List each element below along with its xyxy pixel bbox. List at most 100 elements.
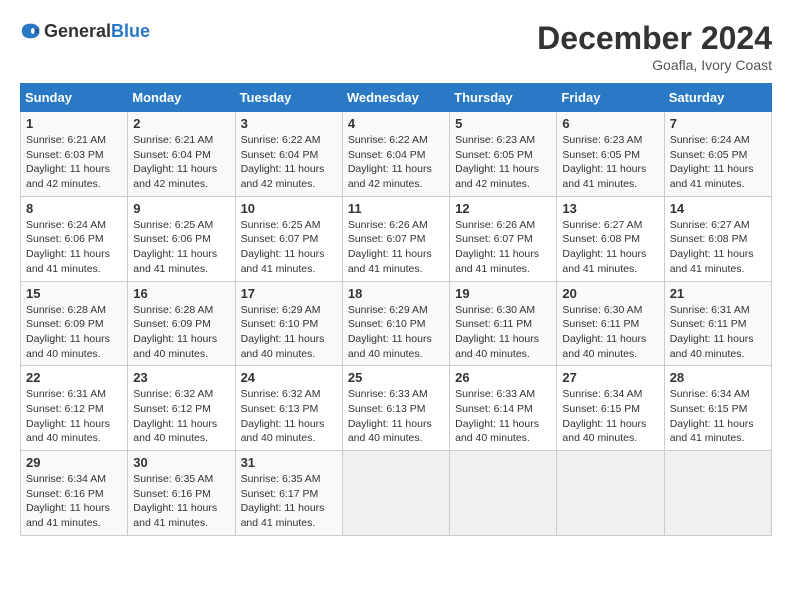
logo-general: General <box>44 21 111 41</box>
calendar-cell: 28 Sunrise: 6:34 AM Sunset: 6:15 PM Dayli… <box>664 366 771 451</box>
day-info: Sunrise: 6:24 AM Sunset: 6:05 PM Dayligh… <box>670 133 766 192</box>
day-info: Sunrise: 6:25 AM Sunset: 6:06 PM Dayligh… <box>133 218 229 277</box>
month-year-title: December 2024 <box>537 20 772 57</box>
calendar-cell: 9 Sunrise: 6:25 AM Sunset: 6:06 PM Daylig… <box>128 196 235 281</box>
day-number: 22 <box>26 370 122 385</box>
calendar-cell: 30Sunrise: 6:35 AM Sunset: 6:16 PM Dayli… <box>128 451 235 536</box>
day-info: Sunrise: 6:32 AM Sunset: 6:13 PM Dayligh… <box>241 387 337 446</box>
day-number: 20 <box>562 286 658 301</box>
day-info: Sunrise: 6:23 AM Sunset: 6:05 PM Dayligh… <box>455 133 551 192</box>
day-info: Sunrise: 6:29 AM Sunset: 6:10 PM Dayligh… <box>348 303 444 362</box>
day-number: 16 <box>133 286 229 301</box>
calendar-cell: 19 Sunrise: 6:30 AM Sunset: 6:11 PM Dayli… <box>450 281 557 366</box>
calendar-table: SundayMondayTuesdayWednesdayThursdayFrid… <box>20 83 772 536</box>
day-info: Sunrise: 6:31 AM Sunset: 6:12 PM Dayligh… <box>26 387 122 446</box>
day-number: 13 <box>562 201 658 216</box>
calendar-week-row: 29 Sunrise: 6:34 AM Sunset: 6:16 PM Dayli… <box>21 451 772 536</box>
weekday-header-thursday: Thursday <box>450 84 557 112</box>
day-number: 23 <box>133 370 229 385</box>
weekday-header-wednesday: Wednesday <box>342 84 449 112</box>
calendar-cell: 6Sunrise: 6:23 AM Sunset: 6:05 PM Daylig… <box>557 112 664 197</box>
calendar-cell: 11Sunrise: 6:26 AM Sunset: 6:07 PM Dayli… <box>342 196 449 281</box>
calendar-cell: 7Sunrise: 6:24 AM Sunset: 6:05 PM Daylig… <box>664 112 771 197</box>
day-info: Sunrise: 6:24 AM Sunset: 6:06 PM Dayligh… <box>26 218 122 277</box>
day-info: Sunrise: 6:22 AM Sunset: 6:04 PM Dayligh… <box>241 133 337 192</box>
day-info: Sunrise: 6:28 AM Sunset: 6:09 PM Dayligh… <box>133 303 229 362</box>
day-info: Sunrise: 6:33 AM Sunset: 6:13 PM Dayligh… <box>348 387 444 446</box>
day-number: 29 <box>26 455 122 470</box>
day-info: Sunrise: 6:22 AM Sunset: 6:04 PM Dayligh… <box>348 133 444 192</box>
calendar-cell: 26Sunrise: 6:33 AM Sunset: 6:14 PM Dayli… <box>450 366 557 451</box>
calendar-cell: 5 Sunrise: 6:23 AM Sunset: 6:05 PM Daylig… <box>450 112 557 197</box>
day-info: Sunrise: 6:25 AM Sunset: 6:07 PM Dayligh… <box>241 218 337 277</box>
day-number: 18 <box>348 286 444 301</box>
day-info: Sunrise: 6:34 AM Sunset: 6:15 PM Dayligh… <box>670 387 766 446</box>
calendar-cell: 12 Sunrise: 6:26 AM Sunset: 6:07 PM Dayli… <box>450 196 557 281</box>
day-info: Sunrise: 6:21 AM Sunset: 6:04 PM Dayligh… <box>133 133 229 192</box>
weekday-header-tuesday: Tuesday <box>235 84 342 112</box>
day-info: Sunrise: 6:27 AM Sunset: 6:08 PM Dayligh… <box>670 218 766 277</box>
day-number: 31 <box>241 455 337 470</box>
weekday-header-sunday: Sunday <box>21 84 128 112</box>
title-section: December 2024 Goafla, Ivory Coast <box>537 20 772 73</box>
day-info: Sunrise: 6:21 AM Sunset: 6:03 PM Dayligh… <box>26 133 122 192</box>
calendar-cell <box>342 451 449 536</box>
day-number: 28 <box>670 370 766 385</box>
day-number: 17 <box>241 286 337 301</box>
logo: GeneralBlue <box>20 20 150 42</box>
calendar-cell: 13 Sunrise: 6:27 AM Sunset: 6:08 PM Dayli… <box>557 196 664 281</box>
calendar-week-row: 22 Sunrise: 6:31 AM Sunset: 6:12 PM Dayli… <box>21 366 772 451</box>
calendar-cell: 23Sunrise: 6:32 AM Sunset: 6:12 PM Dayli… <box>128 366 235 451</box>
day-info: Sunrise: 6:31 AM Sunset: 6:11 PM Dayligh… <box>670 303 766 362</box>
logo-blue: Blue <box>111 21 150 41</box>
calendar-cell: 1Sunrise: 6:21 AM Sunset: 6:03 PM Daylig… <box>21 112 128 197</box>
day-number: 19 <box>455 286 551 301</box>
day-number: 5 <box>455 116 551 131</box>
calendar-cell: 22 Sunrise: 6:31 AM Sunset: 6:12 PM Dayli… <box>21 366 128 451</box>
calendar-cell: 21Sunrise: 6:31 AM Sunset: 6:11 PM Dayli… <box>664 281 771 366</box>
calendar-cell <box>450 451 557 536</box>
calendar-week-row: 8 Sunrise: 6:24 AM Sunset: 6:06 PM Daylig… <box>21 196 772 281</box>
calendar-cell <box>664 451 771 536</box>
calendar-cell: 27 Sunrise: 6:34 AM Sunset: 6:15 PM Dayli… <box>557 366 664 451</box>
day-number: 6 <box>562 116 658 131</box>
calendar-cell: 18 Sunrise: 6:29 AM Sunset: 6:10 PM Dayli… <box>342 281 449 366</box>
calendar-cell: 20Sunrise: 6:30 AM Sunset: 6:11 PM Dayli… <box>557 281 664 366</box>
calendar-cell: 8 Sunrise: 6:24 AM Sunset: 6:06 PM Daylig… <box>21 196 128 281</box>
weekday-header-saturday: Saturday <box>664 84 771 112</box>
day-number: 10 <box>241 201 337 216</box>
day-info: Sunrise: 6:26 AM Sunset: 6:07 PM Dayligh… <box>455 218 551 277</box>
day-info: Sunrise: 6:27 AM Sunset: 6:08 PM Dayligh… <box>562 218 658 277</box>
day-number: 12 <box>455 201 551 216</box>
day-info: Sunrise: 6:28 AM Sunset: 6:09 PM Dayligh… <box>26 303 122 362</box>
logo-text: GeneralBlue <box>44 21 150 42</box>
calendar-cell <box>557 451 664 536</box>
calendar-cell: 29 Sunrise: 6:34 AM Sunset: 6:16 PM Dayli… <box>21 451 128 536</box>
weekday-header-row: SundayMondayTuesdayWednesdayThursdayFrid… <box>21 84 772 112</box>
calendar-cell: 17 Sunrise: 6:29 AM Sunset: 6:10 PM Dayli… <box>235 281 342 366</box>
page-header: GeneralBlue December 2024 Goafla, Ivory … <box>20 20 772 73</box>
weekday-header-friday: Friday <box>557 84 664 112</box>
calendar-cell: 25Sunrise: 6:33 AM Sunset: 6:13 PM Dayli… <box>342 366 449 451</box>
calendar-cell: 3 Sunrise: 6:22 AM Sunset: 6:04 PM Daylig… <box>235 112 342 197</box>
calendar-cell: 14Sunrise: 6:27 AM Sunset: 6:08 PM Dayli… <box>664 196 771 281</box>
day-number: 8 <box>26 201 122 216</box>
calendar-cell: 31 Sunrise: 6:35 AM Sunset: 6:17 PM Dayli… <box>235 451 342 536</box>
day-info: Sunrise: 6:34 AM Sunset: 6:16 PM Dayligh… <box>26 472 122 531</box>
day-number: 9 <box>133 201 229 216</box>
day-number: 2 <box>133 116 229 131</box>
day-info: Sunrise: 6:34 AM Sunset: 6:15 PM Dayligh… <box>562 387 658 446</box>
day-number: 24 <box>241 370 337 385</box>
day-info: Sunrise: 6:30 AM Sunset: 6:11 PM Dayligh… <box>455 303 551 362</box>
calendar-cell: 24 Sunrise: 6:32 AM Sunset: 6:13 PM Dayli… <box>235 366 342 451</box>
weekday-header-monday: Monday <box>128 84 235 112</box>
day-info: Sunrise: 6:35 AM Sunset: 6:17 PM Dayligh… <box>241 472 337 531</box>
day-number: 3 <box>241 116 337 131</box>
day-info: Sunrise: 6:29 AM Sunset: 6:10 PM Dayligh… <box>241 303 337 362</box>
day-info: Sunrise: 6:26 AM Sunset: 6:07 PM Dayligh… <box>348 218 444 277</box>
day-number: 30 <box>133 455 229 470</box>
day-number: 27 <box>562 370 658 385</box>
logo-icon <box>20 20 42 42</box>
calendar-cell: 10 Sunrise: 6:25 AM Sunset: 6:07 PM Dayli… <box>235 196 342 281</box>
calendar-cell: 15Sunrise: 6:28 AM Sunset: 6:09 PM Dayli… <box>21 281 128 366</box>
